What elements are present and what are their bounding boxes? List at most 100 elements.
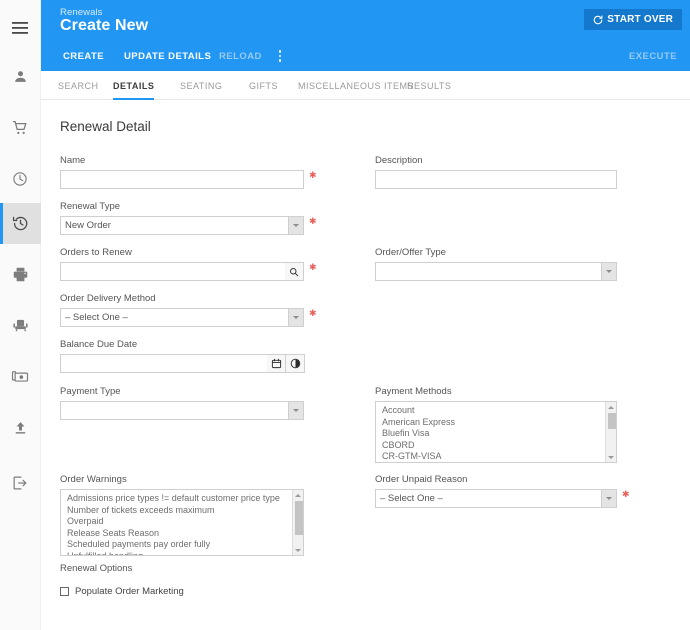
order-delivery-method-select[interactable]: – Select One – bbox=[60, 308, 304, 327]
clock-icon[interactable] bbox=[286, 354, 305, 373]
tab-details[interactable]: DETAILS bbox=[113, 71, 155, 100]
hamburger-menu-icon[interactable] bbox=[0, 7, 41, 48]
sidebar-item-history[interactable] bbox=[0, 203, 41, 244]
populate-order-marketing-checkbox[interactable] bbox=[60, 587, 69, 596]
page-header: Renewals Create New START OVER bbox=[41, 0, 690, 41]
field-order-offer-type: Order/Offer Type bbox=[375, 247, 617, 281]
scroll-up-icon[interactable] bbox=[295, 490, 301, 500]
renewal-type-required-marker: ✱ bbox=[309, 216, 317, 226]
seat-icon[interactable] bbox=[0, 305, 41, 346]
field-payment-methods: Payment Methods Account American Express… bbox=[375, 386, 617, 463]
renewals-create-new-page: Renewals Create New START OVER CREATE UP… bbox=[0, 0, 690, 630]
balance-due-date-input[interactable] bbox=[60, 354, 267, 373]
name-label: Name bbox=[60, 155, 86, 166]
list-item[interactable]: CBORD bbox=[376, 440, 616, 452]
order-unpaid-reason-select[interactable]: – Select One – bbox=[375, 489, 617, 508]
tab-search[interactable]: SEARCH bbox=[58, 71, 99, 100]
field-balance-due-date: Balance Due Date bbox=[60, 339, 305, 373]
field-order-unpaid-reason: Order Unpaid Reason – Select One – ✱ bbox=[375, 474, 630, 508]
renewal-type-select[interactable]: New Order bbox=[60, 216, 304, 235]
person-icon[interactable] bbox=[0, 56, 41, 97]
scroll-thumb[interactable] bbox=[607, 413, 616, 429]
reload-action[interactable]: RELOAD bbox=[219, 41, 262, 71]
chevron-down-icon bbox=[601, 490, 616, 507]
history-clock-icon bbox=[12, 215, 29, 232]
order-offer-type-label: Order/Offer Type bbox=[375, 247, 446, 258]
scroll-down-icon[interactable] bbox=[608, 452, 614, 462]
chevron-down-icon bbox=[288, 402, 303, 419]
balance-due-date-label: Balance Due Date bbox=[60, 339, 138, 350]
cash-icon[interactable] bbox=[0, 356, 41, 397]
list-item[interactable]: Scheduled payments pay order fully bbox=[61, 539, 303, 551]
vertical-dots-icon[interactable] bbox=[271, 41, 289, 71]
shopping-cart-icon[interactable] bbox=[0, 107, 41, 148]
upload-icon[interactable] bbox=[0, 407, 41, 448]
page-title: Create New bbox=[60, 17, 149, 34]
order-unpaid-reason-required-marker: ✱ bbox=[622, 489, 630, 499]
chevron-down-icon bbox=[601, 263, 616, 280]
tab-seating[interactable]: SEATING bbox=[180, 71, 222, 100]
list-item[interactable]: Unfulfilled handling bbox=[61, 551, 303, 555]
refresh-icon bbox=[593, 15, 603, 25]
execute-action[interactable]: EXECUTE bbox=[629, 41, 677, 71]
field-name: Name ✱ bbox=[60, 155, 317, 189]
description-input[interactable] bbox=[375, 170, 617, 189]
list-item[interactable]: Account bbox=[376, 405, 616, 417]
orders-to-renew-label: Orders to Renew bbox=[60, 247, 132, 258]
left-nav-rail bbox=[0, 0, 41, 630]
form-content: Renewal Detail Name ✱ Description Renewa… bbox=[41, 100, 690, 630]
tab-bar: SEARCH DETAILS SEATING GIFTS MISCELLANEO… bbox=[41, 71, 690, 100]
clock-icon[interactable] bbox=[0, 158, 41, 199]
search-icon[interactable] bbox=[285, 262, 304, 281]
payment-methods-scrollbar[interactable] bbox=[605, 402, 616, 462]
field-payment-type: Payment Type bbox=[60, 386, 304, 420]
update-details-action[interactable]: UPDATE DETAILS bbox=[124, 41, 211, 71]
printer-icon[interactable] bbox=[0, 254, 41, 295]
scroll-up-icon[interactable] bbox=[608, 402, 614, 412]
name-required-marker: ✱ bbox=[309, 170, 317, 180]
list-item[interactable]: Release Seats Reason bbox=[61, 528, 303, 540]
order-delivery-method-required-marker: ✱ bbox=[309, 308, 317, 318]
start-over-button[interactable]: START OVER bbox=[584, 9, 682, 30]
order-delivery-method-value: – Select One – bbox=[65, 312, 128, 323]
field-order-warnings: Order Warnings Admissions price types !=… bbox=[60, 474, 304, 556]
name-input[interactable] bbox=[60, 170, 304, 189]
order-delivery-method-label: Order Delivery Method bbox=[60, 293, 156, 304]
renewal-type-value: New Order bbox=[65, 220, 111, 231]
list-item[interactable]: CR-GTM-VISA bbox=[376, 451, 616, 462]
list-item[interactable]: American Express bbox=[376, 417, 616, 429]
field-renewal-options: Renewal Options Populate Order Marketing bbox=[60, 563, 184, 597]
order-offer-type-select[interactable] bbox=[375, 262, 617, 281]
orders-to-renew-input[interactable] bbox=[60, 262, 285, 281]
order-warnings-label: Order Warnings bbox=[60, 474, 127, 485]
list-item[interactable]: Number of tickets exceeds maximum bbox=[61, 505, 303, 517]
order-warnings-listbox[interactable]: Admissions price types != default custom… bbox=[60, 489, 304, 556]
description-label: Description bbox=[375, 155, 423, 166]
orders-to-renew-required-marker: ✱ bbox=[309, 262, 317, 272]
renewal-type-label: Renewal Type bbox=[60, 201, 121, 212]
field-renewal-type: Renewal Type New Order ✱ bbox=[60, 201, 317, 235]
list-item[interactable]: Admissions price types != default custom… bbox=[61, 493, 303, 505]
payment-type-select[interactable] bbox=[60, 401, 304, 420]
populate-order-marketing-label: Populate Order Marketing bbox=[75, 586, 184, 597]
scroll-down-icon[interactable] bbox=[295, 545, 301, 555]
scroll-thumb[interactable] bbox=[294, 501, 303, 535]
exit-icon[interactable] bbox=[0, 462, 41, 503]
order-unpaid-reason-value: – Select One – bbox=[380, 493, 443, 504]
list-item[interactable]: Bluefin Visa bbox=[376, 428, 616, 440]
tab-miscellaneous-items[interactable]: MISCELLANEOUS ITEMS bbox=[298, 71, 414, 100]
start-over-label: START OVER bbox=[607, 14, 673, 25]
list-item[interactable]: Overpaid bbox=[61, 516, 303, 528]
order-warnings-scrollbar[interactable] bbox=[292, 490, 303, 555]
create-action[interactable]: CREATE bbox=[63, 41, 104, 71]
calendar-icon[interactable] bbox=[267, 354, 286, 373]
order-unpaid-reason-label: Order Unpaid Reason bbox=[375, 474, 468, 485]
field-order-delivery-method: Order Delivery Method – Select One – ✱ bbox=[60, 293, 317, 327]
field-orders-to-renew: Orders to Renew ✱ bbox=[60, 247, 317, 281]
tab-results[interactable]: RESULTS bbox=[407, 71, 451, 100]
tab-gifts[interactable]: GIFTS bbox=[249, 71, 278, 100]
populate-order-marketing-row[interactable]: Populate Order Marketing bbox=[60, 586, 184, 597]
field-description: Description bbox=[375, 155, 617, 189]
section-title: Renewal Detail bbox=[60, 119, 151, 134]
payment-methods-listbox[interactable]: Account American Express Bluefin Visa CB… bbox=[375, 401, 617, 463]
